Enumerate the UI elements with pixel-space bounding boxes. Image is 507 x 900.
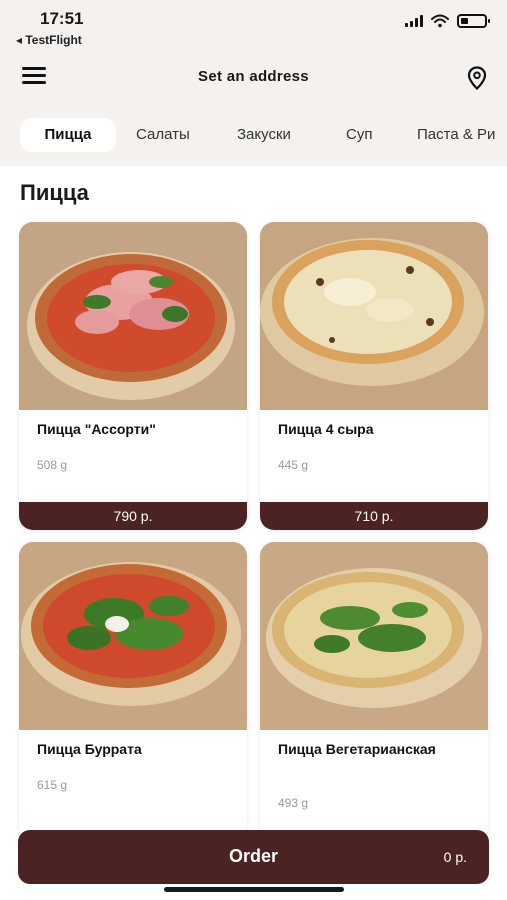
battery-icon (457, 14, 490, 28)
tab-appetizers[interactable]: Закуски (237, 118, 291, 152)
product-weight: 508 g (37, 458, 68, 472)
status-time: 17:51 (40, 9, 84, 28)
product-weight: 493 g (278, 796, 309, 810)
pizza-assorti-image (19, 222, 247, 410)
tab-salads[interactable]: Салаты (136, 118, 190, 152)
product-card[interactable]: Пицца "Ассорти" 508 g 790 р. (19, 222, 247, 530)
pizza-4-cheese-image (260, 222, 488, 410)
product-weight: 445 g (278, 458, 309, 472)
testflight-back-link[interactable]: ◂ TestFlight (16, 33, 82, 47)
status-bar: 17:51 ◂ TestFlight (0, 0, 507, 50)
pizza-burrata-image (19, 542, 247, 730)
product-name: Пицца Буррата (37, 741, 142, 757)
product-price-button[interactable]: 790 р. (19, 502, 247, 530)
status-icons (405, 14, 490, 28)
product-card[interactable]: Пицца Буррата 615 g (19, 542, 247, 842)
product-weight: 615 g (37, 778, 68, 792)
tab-pizza[interactable]: Пицца (20, 118, 116, 152)
pizza-vegetarian-image (260, 542, 488, 730)
app-header: Set an address (0, 54, 507, 100)
section-title: Пицца (20, 180, 89, 205)
category-tabs: Пицца Салаты Закуски Суп Паста & Ри (0, 118, 507, 154)
location-pin-icon[interactable] (467, 66, 487, 90)
product-price-button[interactable]: 710 р. (260, 502, 488, 530)
home-indicator (164, 887, 344, 892)
product-card[interactable]: Пицца Вегетарианская 493 g (260, 542, 488, 842)
product-name: Пицца Вегетарианская (278, 741, 436, 757)
order-total: 0 р. (443, 849, 467, 865)
order-label: Order (228, 846, 279, 866)
order-button[interactable]: Order 0 р. (18, 830, 489, 884)
tab-pasta[interactable]: Паста & Ри (417, 118, 495, 152)
set-address-button[interactable]: Set an address (0, 68, 507, 85)
cellular-signal-icon (405, 15, 423, 27)
product-name: Пицца 4 сыра (278, 421, 374, 437)
product-card[interactable]: Пицца 4 сыра 445 g 710 р. (260, 222, 488, 530)
product-name: Пицца "Ассорти" (37, 421, 156, 437)
tab-soup[interactable]: Суп (346, 118, 372, 152)
product-list: Пицца Пицца "Ассорти" 508 g 790 р. Пицца… (0, 166, 507, 900)
wifi-icon (431, 14, 449, 28)
